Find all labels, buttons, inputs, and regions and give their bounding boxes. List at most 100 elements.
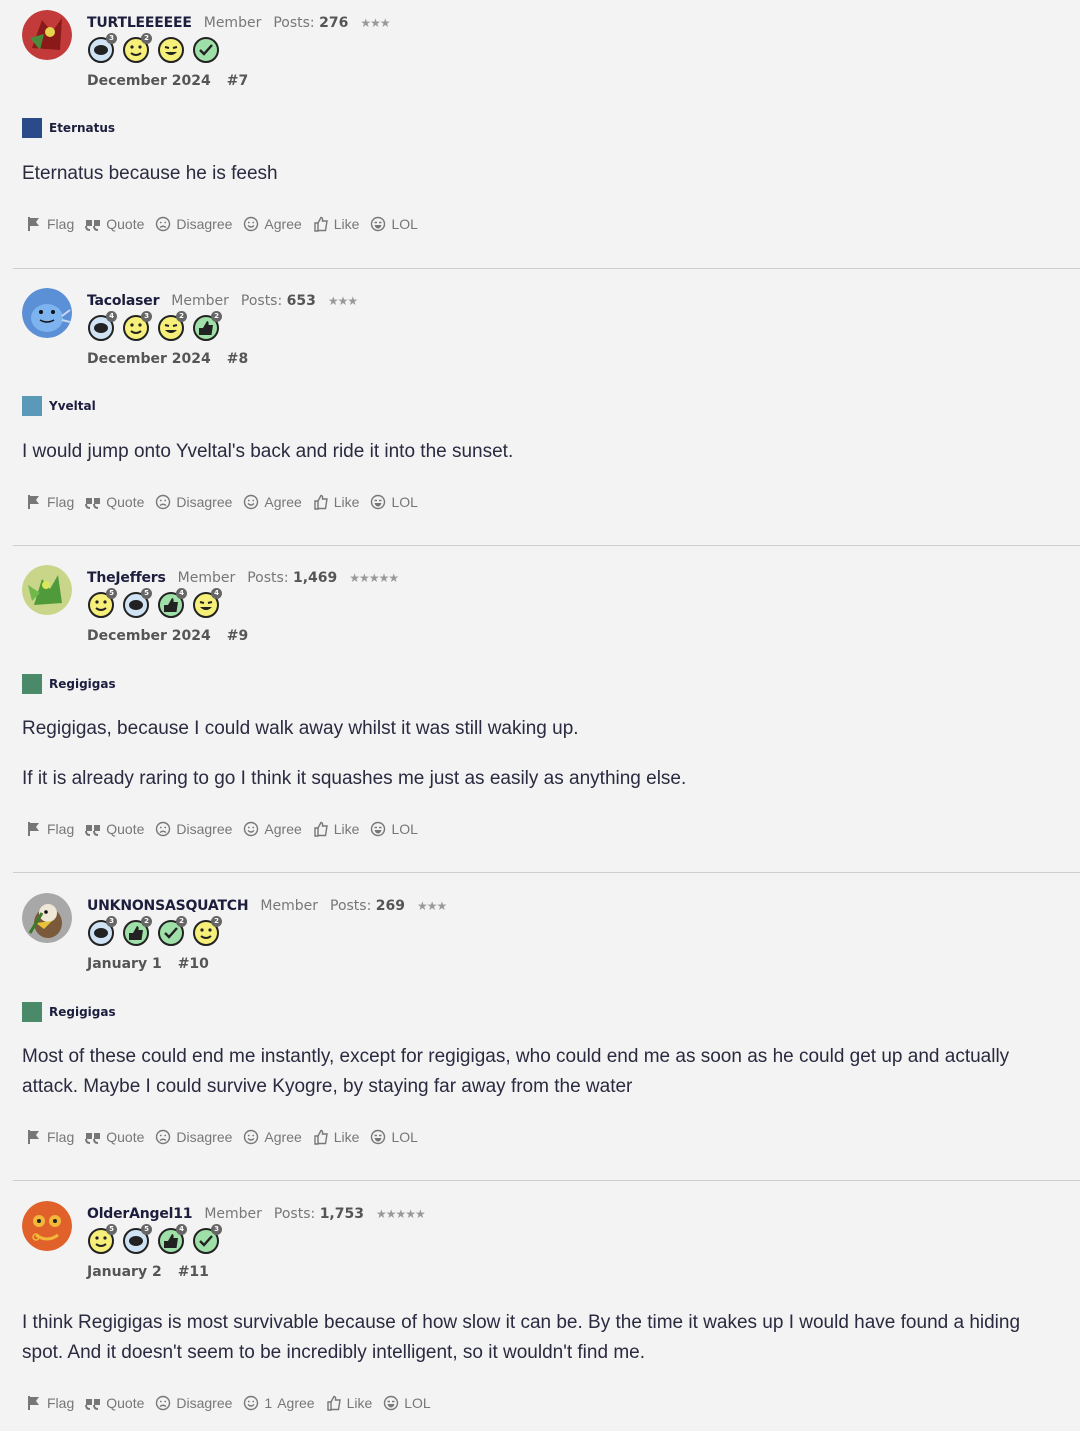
agree-button[interactable]: Agree	[243, 1129, 302, 1145]
lol-button[interactable]: LOL	[370, 216, 418, 232]
user-avatar[interactable]	[22, 565, 72, 615]
comment-badge-icon[interactable]: 5	[122, 1224, 152, 1255]
user-avatar[interactable]	[22, 10, 72, 60]
lol-button[interactable]: LOL	[370, 821, 418, 837]
smile-icon	[243, 216, 259, 232]
frown-icon	[155, 821, 171, 837]
post-date-row: December 2024 #9	[87, 628, 248, 644]
post-date[interactable]: January 1	[87, 956, 162, 972]
flag-icon	[26, 216, 42, 232]
lol-button[interactable]: LOL	[370, 1129, 418, 1145]
post-paragraph: Regigigas, because I could walk away whi…	[22, 718, 579, 739]
flag-button[interactable]: Flag	[26, 1129, 74, 1145]
user-role: Member	[260, 898, 318, 914]
comment-badge-icon[interactable]: 3	[87, 916, 117, 947]
post-date[interactable]: January 2	[87, 1264, 162, 1280]
user-avatar[interactable]	[22, 288, 72, 338]
smile-badge-icon[interactable]: 2	[122, 33, 152, 64]
flag-button[interactable]: Flag	[26, 494, 74, 510]
posts-label: Posts:	[273, 15, 315, 31]
post-date[interactable]: December 2024	[87, 351, 211, 367]
poll-vote: Yveltal	[22, 396, 96, 416]
laugh-icon	[370, 494, 386, 510]
comment-badge-icon[interactable]: 4	[87, 311, 117, 342]
laugh-badge-icon[interactable]: 2	[157, 311, 187, 342]
agree-button[interactable]: Agree	[243, 494, 302, 510]
post-number[interactable]: #9	[227, 628, 248, 644]
lol-button[interactable]: LOL	[383, 1395, 431, 1411]
vote-label: Regigigas	[49, 1005, 116, 1019]
username[interactable]: TheJeffers	[87, 570, 166, 586]
laugh-badge-icon[interactable]: 4	[192, 588, 222, 619]
vote-label: Regigigas	[49, 677, 116, 691]
user-role: Member	[203, 15, 262, 31]
posts-count: 269	[375, 898, 405, 914]
check-badge-icon[interactable]: 3	[192, 1224, 222, 1255]
vote-swatch	[22, 118, 42, 138]
disagree-button[interactable]: Disagree	[155, 821, 232, 837]
thumbs-up-badge-icon[interactable]: 2	[122, 916, 152, 947]
disagree-button[interactable]: Disagree	[155, 494, 232, 510]
post-number[interactable]: #7	[227, 73, 248, 89]
posts-count: 653	[286, 293, 316, 309]
rank-stars: ★★★	[417, 899, 447, 913]
comment-badge-icon[interactable]: 5	[122, 588, 152, 619]
like-button[interactable]: Like	[313, 494, 359, 510]
user-role: Member	[171, 293, 229, 309]
smile-badge-icon[interactable]: 5	[87, 1224, 117, 1255]
quote-button[interactable]: Quote	[85, 1395, 144, 1411]
check-badge-icon[interactable]	[192, 36, 220, 64]
post-number[interactable]: #11	[178, 1264, 209, 1280]
quote-button[interactable]: Quote	[85, 216, 144, 232]
like-button[interactable]: Like	[313, 216, 359, 232]
disagree-button[interactable]: Disagree	[155, 1395, 232, 1411]
username[interactable]: OlderAngel11	[87, 1206, 193, 1222]
disagree-button[interactable]: Disagree	[155, 1129, 232, 1145]
username[interactable]: Tacolaser	[87, 293, 159, 309]
check-badge-icon[interactable]: 2	[157, 916, 187, 947]
post-number[interactable]: #8	[227, 351, 248, 367]
quote-button[interactable]: Quote	[85, 494, 144, 510]
user-avatar[interactable]	[22, 893, 72, 943]
post-date[interactable]: December 2024	[87, 73, 211, 89]
comment-badge-icon[interactable]: 3	[87, 33, 117, 64]
smile-badge-icon[interactable]: 2	[192, 916, 222, 947]
poll-vote: Regigigas	[22, 674, 116, 694]
quote-button[interactable]: Quote	[85, 1129, 144, 1145]
smile-badge-icon[interactable]: 5	[87, 588, 117, 619]
thumbs-up-badge-icon[interactable]: 2	[192, 311, 222, 342]
like-button[interactable]: Like	[326, 1395, 372, 1411]
rank-stars: ★★★	[360, 16, 390, 30]
like-button[interactable]: Like	[313, 821, 359, 837]
disagree-button[interactable]: Disagree	[155, 216, 232, 232]
lol-button[interactable]: LOL	[370, 494, 418, 510]
flag-button[interactable]: Flag	[26, 1395, 74, 1411]
thumbs-up-icon	[326, 1395, 342, 1411]
post-number[interactable]: #10	[178, 956, 209, 972]
like-button[interactable]: Like	[313, 1129, 359, 1145]
flag-button[interactable]: Flag	[26, 216, 74, 232]
rank-stars: ★★★★★	[375, 1207, 426, 1221]
comment-post: OlderAngel11 Member Posts: 1,753 ★★★★★ 5…	[13, 1191, 1080, 1431]
post-date[interactable]: December 2024	[87, 628, 211, 644]
frown-icon	[155, 1395, 171, 1411]
agree-button[interactable]: 1 Agree	[243, 1395, 315, 1411]
thumbs-up-badge-icon[interactable]: 4	[157, 1224, 187, 1255]
quote-button[interactable]: Quote	[85, 821, 144, 837]
agree-button[interactable]: Agree	[243, 216, 302, 232]
username[interactable]: TURTLEEEEEE	[87, 15, 192, 31]
thumbs-up-badge-icon[interactable]: 4	[157, 588, 187, 619]
agree-button[interactable]: Agree	[243, 821, 302, 837]
post-actions: Flag Quote Disagree 1 Agree Like LOL	[26, 1395, 431, 1411]
username[interactable]: UNKNONSASQUATCH	[87, 898, 249, 914]
laugh-badge-icon[interactable]	[157, 36, 185, 64]
laugh-icon	[370, 821, 386, 837]
flag-button[interactable]: Flag	[26, 821, 74, 837]
poll-vote: Regigigas	[22, 1002, 116, 1022]
user-avatar[interactable]	[22, 1201, 72, 1251]
smile-icon	[243, 494, 259, 510]
post-body: Most of these could end me instantly, ex…	[22, 1042, 1050, 1122]
vote-label: Yveltal	[49, 399, 96, 413]
frown-icon	[155, 216, 171, 232]
smile-badge-icon[interactable]: 3	[122, 311, 152, 342]
